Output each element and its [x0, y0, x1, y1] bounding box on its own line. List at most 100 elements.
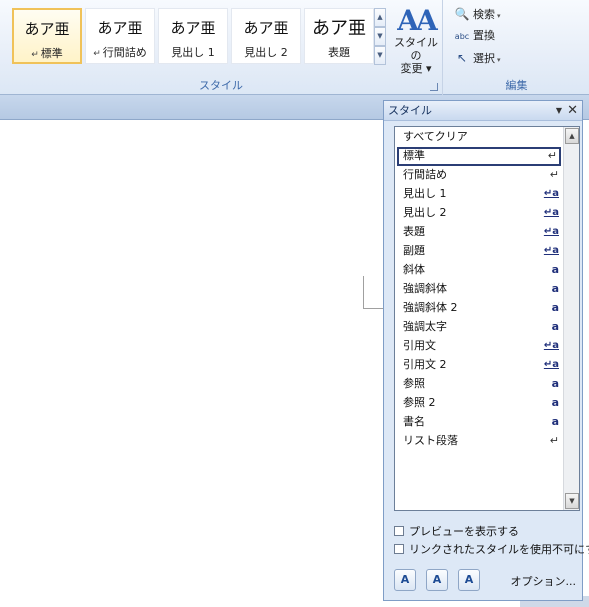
style-item-normal[interactable]: 標準 ↵ — [397, 147, 561, 166]
style-item-label: 見出し 1 — [403, 187, 447, 200]
style-item-intense-emphasis-2[interactable]: 強調斜体 2 a — [397, 299, 561, 318]
style-item-label: 表題 — [403, 225, 425, 238]
linked-style-icon: ↵a — [543, 340, 559, 351]
style-item-label: 書名 — [403, 415, 425, 428]
disable-linked-styles-checkbox[interactable] — [394, 544, 404, 554]
chevron-down-icon: ▾ — [497, 12, 501, 20]
style-item-label: 強調太字 — [403, 320, 447, 333]
disable-linked-styles-option[interactable]: リンクされたスタイルを使用不可にする — [394, 542, 589, 558]
gallery-sample: あア亜 — [170, 19, 216, 37]
character-style-icon: a — [551, 396, 559, 409]
scroll-down-button[interactable]: ▼ — [565, 493, 579, 509]
gallery-sample: あア亜 — [312, 18, 366, 39]
editing-group-label: 編集 — [505, 79, 528, 92]
gallery-more-button[interactable]: ▼ — [374, 46, 386, 65]
style-item-reference-2[interactable]: 参照 2 a — [397, 394, 561, 413]
gallery-item-heading-1[interactable]: あア亜 見出し 1 — [158, 8, 228, 64]
style-item-label: 副題 — [403, 244, 425, 257]
options-link[interactable]: オプション... — [511, 573, 577, 589]
gallery-sample: あア亜 — [243, 19, 289, 37]
gallery-scrollbar: ▲ ▼ ▼ — [374, 8, 386, 66]
character-style-icon: a — [551, 320, 559, 333]
quick-styles-gallery: あア亜 ↵ 標準 あア亜 ↵ 行間詰め あア亜 見出し 1 あア亜 見出し 2 あア… — [10, 8, 374, 64]
paragraph-mark-icon: ↵ — [31, 50, 39, 60]
linked-style-icon: ↵a — [543, 188, 559, 199]
chevron-down-icon: ▾ — [425, 62, 432, 75]
style-item-label: すべてクリア — [403, 130, 468, 143]
style-item-label: 強調斜体 2 — [403, 301, 458, 314]
character-style-icon: a — [551, 301, 559, 314]
style-item-quote-2[interactable]: 引用文 2 ↵a — [397, 356, 561, 375]
style-item-subtitle[interactable]: 副題 ↵a — [397, 242, 561, 261]
style-item-intense-emphasis[interactable]: 強調斜体 a — [397, 280, 561, 299]
style-item-label: 参照 2 — [403, 396, 436, 409]
style-item-emphasis[interactable]: 斜体 a — [397, 261, 561, 280]
linked-style-icon: ↵a — [543, 207, 559, 218]
gallery-item-normal[interactable]: あア亜 ↵ 標準 — [12, 8, 82, 64]
find-label: 検索 — [473, 8, 495, 21]
style-item-heading-2[interactable]: 見出し 2 ↵a — [397, 204, 561, 223]
styles-group: あア亜 ↵ 標準 あア亜 ↵ 行間詰め あア亜 見出し 1 あア亜 見出し 2 あア… — [0, 0, 443, 95]
style-item-clear-all[interactable]: すべてクリア — [397, 128, 561, 147]
crop-mark-vertical — [363, 276, 364, 309]
scroll-up-button[interactable]: ▲ — [565, 128, 579, 144]
ribbon: あア亜 ↵ 標準 あア亜 ↵ 行間詰め あア亜 見出し 1 あア亜 見出し 2 あア… — [0, 0, 589, 95]
style-item-label: 標準 — [403, 149, 425, 162]
styles-pane: スタイル ▼ ✕ すべてクリア 標準 ↵ 行間詰め ↵ 見出し 1 ↵a 見出し… — [383, 100, 589, 601]
new-style-button[interactable]: A — [394, 569, 416, 591]
paragraph-mark-icon: ↵ — [547, 149, 557, 162]
gallery-scroll-up-button[interactable]: ▲ — [374, 8, 386, 27]
style-list-scrollbar[interactable]: ▲ ▼ — [563, 127, 579, 510]
style-item-heading-1[interactable]: 見出し 1 ↵a — [397, 185, 561, 204]
style-item-label: 参照 — [403, 377, 425, 390]
binoculars-icon: 🔍 — [454, 7, 470, 21]
style-inspector-button[interactable]: A — [426, 569, 448, 591]
gallery-name: ↵ 標準 — [14, 45, 80, 61]
style-item-label: 引用文 2 — [403, 358, 447, 371]
style-item-strong[interactable]: 強調太字 a — [397, 318, 561, 337]
gallery-name: ↵ 行間詰め — [86, 44, 154, 60]
editing-group: 🔍 検索 ▾ abc 置換 ↖ 選択 ▾ 編集 — [444, 0, 589, 95]
style-item-no-spacing[interactable]: 行間詰め ↵ — [397, 166, 561, 185]
styles-pane-title: スタイル — [388, 104, 432, 117]
style-item-label: 強調斜体 — [403, 282, 447, 295]
gallery-name-label: 行間詰め — [102, 46, 147, 59]
cursor-icon: ↖ — [456, 51, 468, 65]
pane-menu-icon[interactable]: ▼ — [556, 101, 562, 120]
linked-style-icon: ↵a — [543, 226, 559, 237]
style-item-reference[interactable]: 参照 a — [397, 375, 561, 394]
select-label: 選択 — [473, 52, 495, 65]
style-item-label: 斜体 — [403, 263, 425, 276]
styles-dialog-launcher[interactable] — [430, 83, 438, 91]
linked-style-icon: ↵a — [543, 245, 559, 256]
change-styles-label-2: 変更 ▾ — [390, 62, 442, 75]
change-styles-button[interactable]: AA スタイルの 変更 ▾ — [390, 6, 442, 76]
replace-button[interactable]: abc 置換 — [454, 27, 574, 47]
paragraph-mark-icon: ↵ — [549, 168, 559, 181]
show-preview-label: プレビューを表示する — [409, 525, 519, 538]
character-style-icon: a — [551, 377, 559, 390]
gallery-scroll-down-button[interactable]: ▼ — [374, 27, 386, 46]
select-button[interactable]: ↖ 選択 ▾ — [454, 49, 574, 69]
close-icon[interactable]: ✕ — [567, 101, 578, 120]
manage-styles-button[interactable]: A — [458, 569, 480, 591]
style-item-book-title[interactable]: 書名 a — [397, 413, 561, 432]
gallery-item-title[interactable]: あア亜 表題 — [304, 8, 374, 64]
style-inspector-icon: A — [432, 573, 442, 586]
gallery-item-heading-2[interactable]: あア亜 見出し 2 — [231, 8, 301, 64]
gallery-item-no-spacing[interactable]: あア亜 ↵ 行間詰め — [85, 8, 155, 64]
character-style-icon: a — [551, 263, 559, 276]
gallery-name: 表題 — [328, 46, 350, 59]
style-item-quote[interactable]: 引用文 ↵a — [397, 337, 561, 356]
style-item-list-paragraph[interactable]: リスト段落 ↵ — [397, 432, 561, 451]
style-item-title[interactable]: 表題 ↵a — [397, 223, 561, 242]
character-style-icon: a — [551, 415, 559, 428]
show-preview-checkbox[interactable] — [394, 526, 404, 536]
change-styles-icon: AA — [397, 4, 437, 37]
replace-label: 置換 — [473, 29, 495, 42]
gallery-name: 見出し 2 — [244, 46, 288, 59]
find-button[interactable]: 🔍 検索 ▾ — [454, 5, 574, 25]
style-item-label: 見出し 2 — [403, 206, 447, 219]
show-preview-option[interactable]: プレビューを表示する — [394, 524, 519, 540]
gallery-name-label: 標準 — [40, 47, 63, 60]
